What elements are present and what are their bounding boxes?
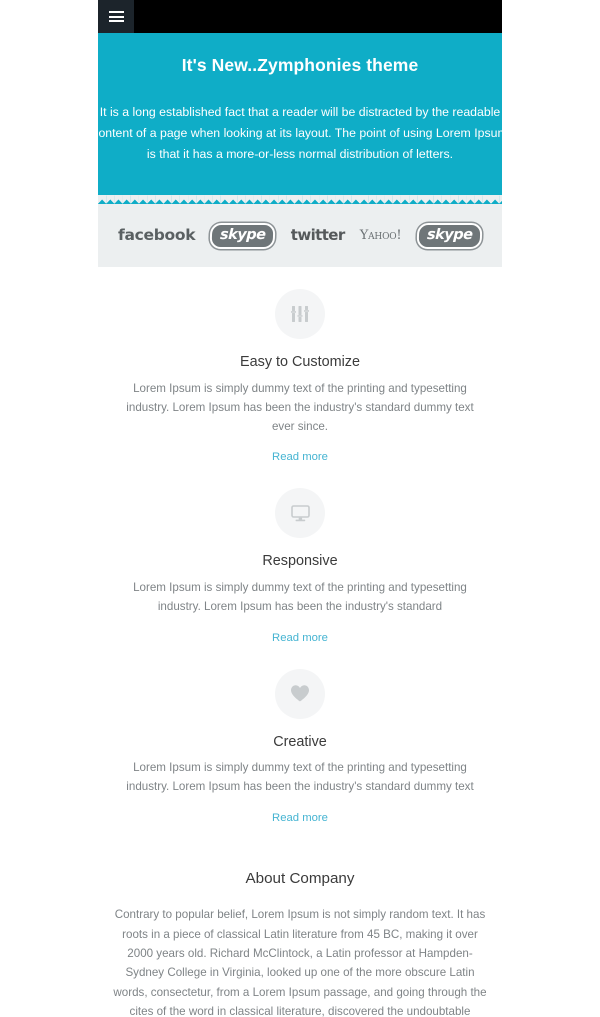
skype-logo-2: skype — [416, 223, 483, 249]
feature-description: Lorem Ipsum is simply dummy text of the … — [126, 382, 474, 433]
hamburger-menu-button[interactable] — [98, 0, 134, 33]
feature-description: Lorem Ipsum is simply dummy text of the … — [133, 581, 467, 613]
feature-description: Lorem Ipsum is simply dummy text of the … — [126, 761, 474, 794]
feature-read-more-link[interactable]: Read more — [272, 632, 328, 644]
feature-card-easy-to-customize: Easy to Customize Lorem Ipsum is simply … — [98, 289, 502, 466]
heart-icon — [275, 668, 325, 719]
hero-title: It's New..Zymphonies theme — [181, 55, 419, 75]
hero-description: It is a long established fact that a rea… — [98, 105, 502, 162]
monitor-icon — [275, 488, 325, 539]
sliders-icon — [275, 289, 325, 340]
about-company-text: Contrary to popular belief, Lorem Ipsum … — [113, 908, 487, 1017]
twitter-logo: twitter — [290, 226, 345, 245]
hero-banner: It's New..Zymphonies theme It is a long … — [98, 33, 502, 196]
zigzag-divider — [98, 195, 502, 205]
facebook-logo: facebook — [118, 226, 196, 245]
about-company-title: About Company — [245, 870, 355, 888]
yahoo-logo: Yahoo! — [359, 228, 402, 244]
features-section: Easy to Customize Lorem Ipsum is simply … — [98, 267, 502, 827]
page-root: It's New..Zymphonies theme It is a long … — [0, 0, 600, 1017]
about-company-section: About Company Contrary to popular belief… — [98, 827, 502, 1017]
site-content-column: It's New..Zymphonies theme It is a long … — [98, 0, 502, 1017]
skype-logo: skype — [209, 223, 277, 249]
feature-read-more-link[interactable]: Read more — [272, 812, 328, 824]
feature-title: Easy to Customize — [240, 354, 360, 371]
site-header — [98, 0, 502, 33]
feature-title: Responsive — [262, 553, 338, 570]
hamburger-menu-icon — [108, 11, 124, 22]
feature-card-responsive: Responsive Lorem Ipsum is simply dummy t… — [98, 488, 502, 646]
feature-read-more-link[interactable]: Read more — [272, 451, 328, 463]
partner-logos-strip: facebook skype twitter Yahoo! skype — [98, 204, 502, 268]
feature-card-creative: Creative Lorem Ipsum is simply dummy tex… — [98, 668, 502, 827]
feature-title: Creative — [273, 733, 327, 750]
